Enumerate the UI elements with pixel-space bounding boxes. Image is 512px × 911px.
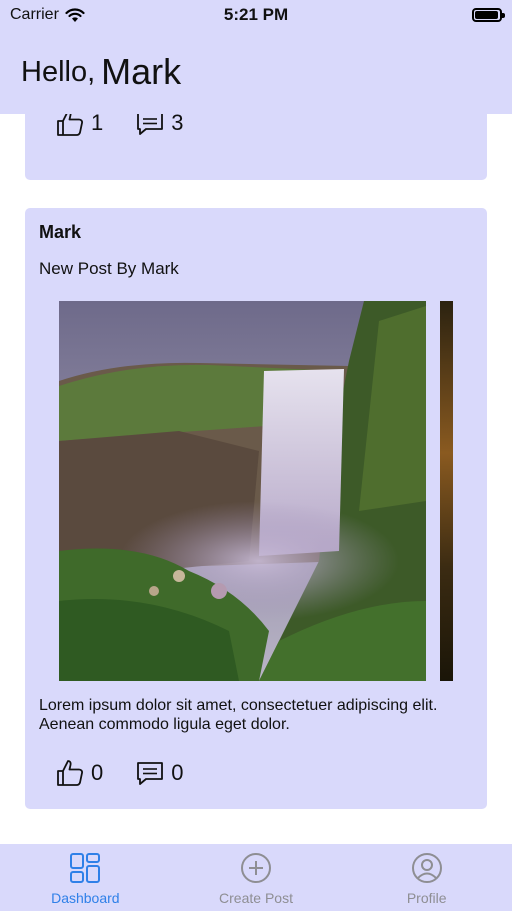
post-author: Mark <box>39 222 82 242</box>
comment-count: 3 <box>171 114 184 135</box>
thumbs-up-icon <box>57 114 83 136</box>
plus-circle-icon <box>241 853 271 883</box>
greeting-label: Hello, <box>21 55 96 88</box>
post-card: Mark New Post By Mark Lorem ipsum dolor … <box>25 208 487 809</box>
tab-bar: Dashboard Create Post Profile <box>0 844 512 911</box>
comment-icon <box>137 114 164 135</box>
tab-profile[interactable]: Profile <box>341 844 512 911</box>
battery-fill <box>475 11 498 19</box>
status-time: 5:21 PM <box>223 5 289 24</box>
person-circle-icon <box>411 853 442 883</box>
image-carousel[interactable] <box>59 301 459 681</box>
post-card-previous: 1 3 <box>25 114 487 180</box>
post-title: New Post By Mark <box>39 259 179 278</box>
comment-icon <box>137 762 164 785</box>
post-actions: 1 3 <box>55 114 184 138</box>
like-button[interactable]: 1 <box>55 114 103 138</box>
feed-scroll[interactable]: 1 3 Mark New Post By Mark Lorem ipsum do… <box>0 114 512 844</box>
thumbs-up-icon <box>57 760 83 786</box>
post-image <box>59 301 426 681</box>
status-right <box>332 8 505 22</box>
like-count: 1 <box>91 114 104 135</box>
post-image-next <box>440 301 453 681</box>
status-bar: Carrier 5:21 PM <box>0 0 512 30</box>
like-button[interactable]: 0 <box>55 758 103 788</box>
comment-button[interactable]: 0 <box>135 760 184 786</box>
status-left: Carrier <box>10 6 180 24</box>
wifi-icon <box>65 7 85 22</box>
tab-label: Profile <box>406 890 447 906</box>
post-actions: 0 0 <box>55 758 184 788</box>
comment-button[interactable]: 3 <box>135 114 184 136</box>
tab-label: Dashboard <box>51 890 120 906</box>
battery-icon <box>472 8 505 22</box>
tab-dashboard[interactable]: Dashboard <box>0 844 171 911</box>
post-body: Lorem ipsum dolor sit amet, consectetuer… <box>39 697 438 733</box>
tab-create-post[interactable]: Create Post <box>171 844 342 911</box>
header: Hello, Mark <box>0 30 512 114</box>
tab-label: Create Post <box>219 890 293 906</box>
user-name: Mark <box>101 51 182 92</box>
like-count: 0 <box>91 760 104 785</box>
comment-count: 0 <box>171 760 184 785</box>
carrier-label: Carrier <box>10 6 59 23</box>
dashboard-icon <box>70 853 101 883</box>
